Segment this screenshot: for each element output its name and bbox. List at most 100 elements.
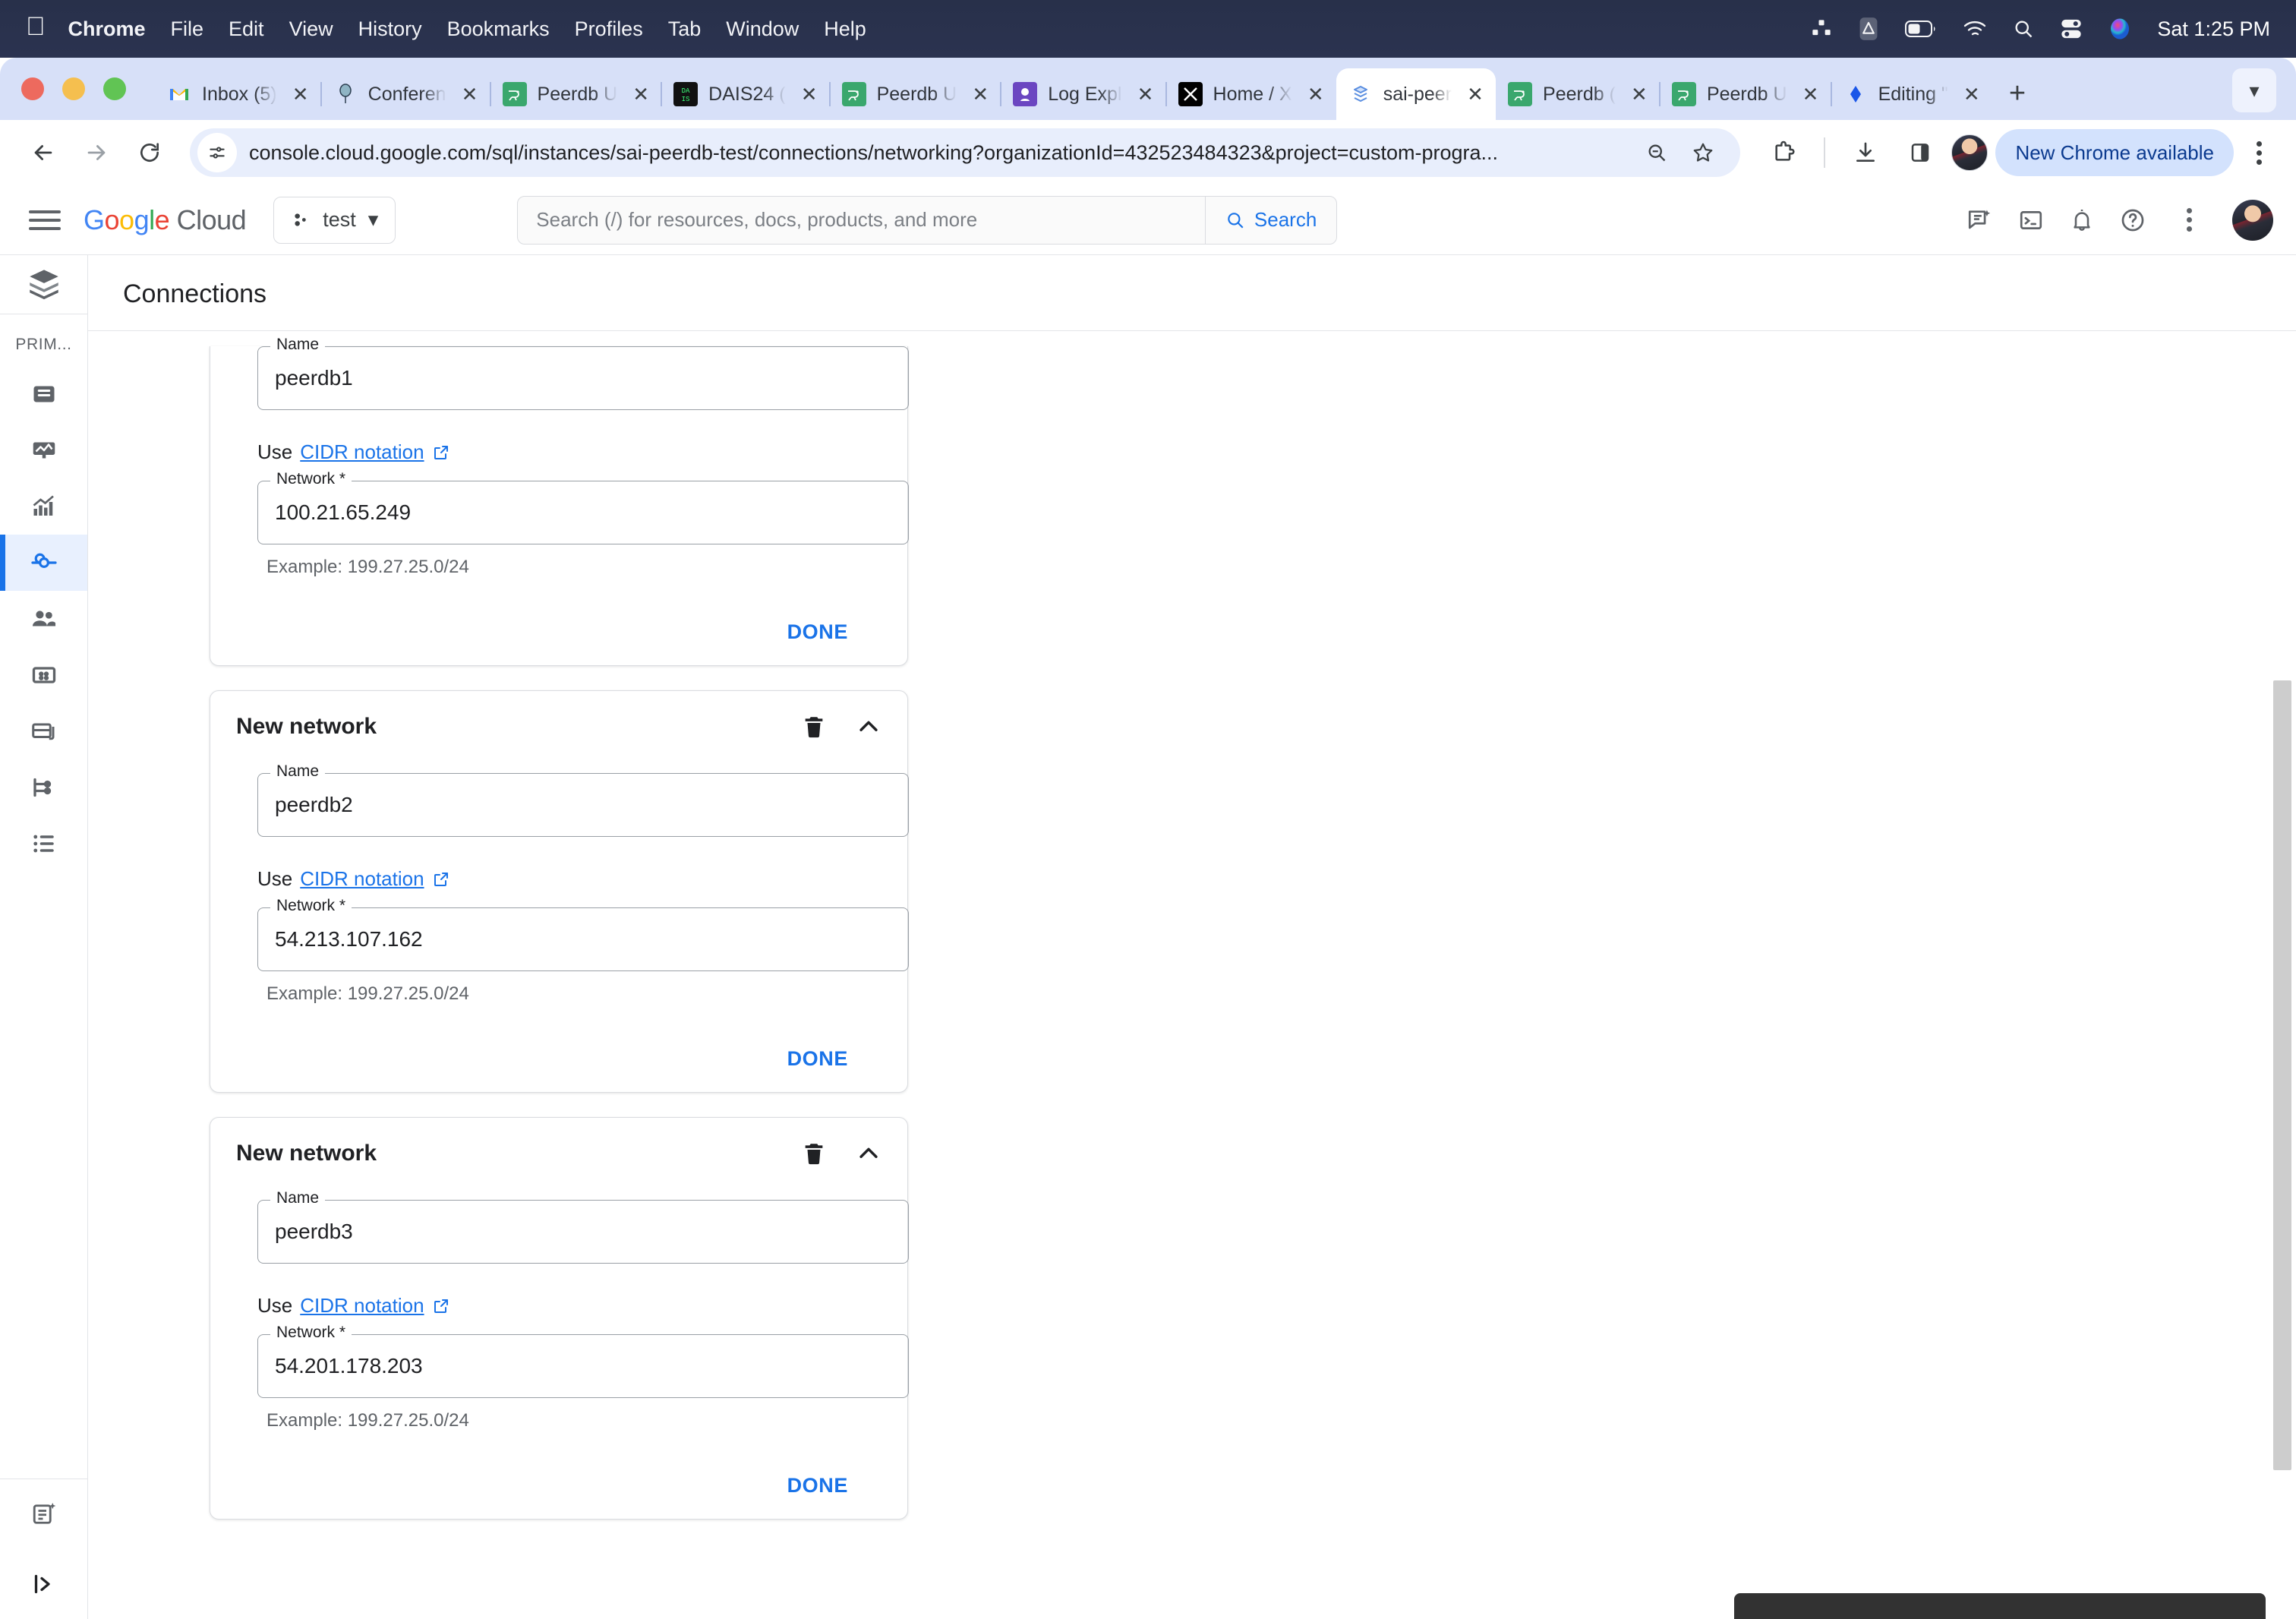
done-button[interactable]: DONE bbox=[787, 1047, 848, 1071]
tab-close-icon[interactable]: ✕ bbox=[1133, 83, 1159, 106]
zoom-button[interactable] bbox=[103, 77, 126, 100]
download-icon[interactable] bbox=[1842, 129, 1889, 176]
menu-item-window[interactable]: Window bbox=[726, 17, 799, 41]
project-picker[interactable]: test ▾ bbox=[273, 197, 396, 244]
back-arrow-icon[interactable] bbox=[20, 129, 67, 176]
tab-peerdb-1[interactable]: Peerdb U ✕ bbox=[490, 68, 662, 120]
url-text[interactable]: console.cloud.google.com/sql/instances/s… bbox=[249, 141, 1634, 165]
tab-peerdb-4[interactable]: Peerdb U ✕ bbox=[1660, 68, 1831, 120]
menu-item-view[interactable]: View bbox=[289, 17, 333, 41]
sidebar-item-metrics[interactable] bbox=[0, 478, 87, 535]
new-tab-button[interactable]: + bbox=[1992, 79, 2042, 120]
menu-item-tab[interactable]: Tab bbox=[668, 17, 702, 41]
cidr-notation-link[interactable]: CIDR notation bbox=[300, 1294, 424, 1318]
kebab-menu-icon[interactable] bbox=[2171, 208, 2206, 232]
chevron-down-icon[interactable]: ▾ bbox=[2232, 68, 2276, 112]
tab-close-icon[interactable]: ✕ bbox=[1626, 83, 1652, 106]
cloud-sql-icon[interactable] bbox=[0, 255, 87, 314]
tab-close-icon[interactable]: ✕ bbox=[967, 83, 993, 106]
notifications-bell-icon[interactable] bbox=[2070, 208, 2094, 232]
google-cloud-logo[interactable]: Google Cloud bbox=[84, 204, 246, 236]
sidebar-item-monitoring[interactable] bbox=[0, 422, 87, 478]
search-input[interactable]: Search (/) for resources, docs, products… bbox=[518, 208, 1205, 232]
done-button[interactable]: DONE bbox=[787, 1474, 848, 1497]
menu-item-file[interactable]: File bbox=[171, 17, 204, 41]
name-field[interactable]: Name peerdb1 bbox=[257, 346, 909, 410]
extensions-puzzle-icon[interactable] bbox=[1760, 129, 1807, 176]
address-bar[interactable]: console.cloud.google.com/sql/instances/s… bbox=[190, 128, 1740, 177]
tab-inbox[interactable]: Inbox (5) ✕ bbox=[155, 68, 321, 120]
menu-item-edit[interactable]: Edit bbox=[229, 17, 264, 41]
zoom-out-icon[interactable] bbox=[1646, 142, 1679, 163]
external-link-icon[interactable] bbox=[432, 1297, 450, 1315]
tab-conference[interactable]: Conferen ✕ bbox=[321, 68, 490, 120]
tab-close-icon[interactable]: ✕ bbox=[457, 83, 483, 106]
control-center-icon[interactable] bbox=[2060, 18, 2083, 39]
chevron-up-icon[interactable] bbox=[856, 714, 882, 740]
sidebar-item-expand-panel[interactable] bbox=[0, 1549, 87, 1619]
chevron-up-icon[interactable] bbox=[856, 1141, 882, 1166]
clock[interactable]: Sat 1:25 PM bbox=[2157, 17, 2270, 41]
profile-avatar[interactable] bbox=[1951, 134, 1988, 171]
console-search-bar[interactable]: Search (/) for resources, docs, products… bbox=[517, 196, 1337, 245]
reload-icon[interactable] bbox=[126, 129, 173, 176]
gemini-chat-icon[interactable] bbox=[1966, 207, 1992, 233]
tab-close-icon[interactable]: ✕ bbox=[1959, 83, 1985, 106]
vertical-scrollbar[interactable] bbox=[2273, 680, 2291, 1470]
tab-close-icon[interactable]: ✕ bbox=[1462, 83, 1488, 106]
network-field[interactable]: Network * 54.201.178.203 bbox=[257, 1334, 909, 1398]
menu-item-bookmarks[interactable]: Bookmarks bbox=[447, 17, 550, 41]
new-chrome-available-button[interactable]: New Chrome available bbox=[1995, 129, 2234, 176]
tab-close-icon[interactable]: ✕ bbox=[796, 83, 822, 106]
star-icon[interactable] bbox=[1692, 141, 1725, 164]
done-button[interactable]: DONE bbox=[787, 620, 848, 644]
tab-close-icon[interactable]: ✕ bbox=[288, 83, 314, 106]
tab-sai-peerdb-test[interactable]: sai-peer ✕ bbox=[1336, 68, 1496, 120]
sidebar-item-databases[interactable] bbox=[0, 647, 87, 703]
battery-icon[interactable] bbox=[1905, 21, 1937, 37]
cidr-notation-link[interactable]: CIDR notation bbox=[300, 867, 424, 891]
siri-icon[interactable] bbox=[2108, 17, 2131, 40]
search-icon[interactable] bbox=[2013, 18, 2034, 39]
forward-arrow-icon[interactable] bbox=[73, 129, 120, 176]
trash-icon[interactable] bbox=[801, 1141, 827, 1166]
trash-icon[interactable] bbox=[801, 714, 827, 740]
networks-scroll-area[interactable]: Name peerdb1 Use CIDR notation Network *… bbox=[88, 330, 2296, 1619]
tab-close-icon[interactable]: ✕ bbox=[1303, 83, 1329, 106]
site-settings-icon[interactable] bbox=[197, 133, 237, 172]
tab-editing[interactable]: Editing " ✕ bbox=[1831, 68, 1992, 120]
cidr-notation-link[interactable]: CIDR notation bbox=[300, 440, 424, 464]
sidebar-item-release-notes[interactable] bbox=[0, 1479, 87, 1549]
tab-log-explorer[interactable]: Log Expl ✕ bbox=[1001, 68, 1165, 120]
external-link-icon[interactable] bbox=[432, 870, 450, 888]
cloud-shell-icon[interactable] bbox=[2018, 207, 2044, 233]
user-avatar[interactable] bbox=[2232, 200, 2273, 241]
sidebar-item-connections[interactable] bbox=[0, 535, 87, 591]
tab-close-icon[interactable]: ✕ bbox=[628, 83, 654, 106]
tab-peerdb-2[interactable]: Peerdb U ✕ bbox=[830, 68, 1001, 120]
sidebar-item-backups[interactable] bbox=[0, 703, 87, 759]
close-button[interactable] bbox=[21, 77, 44, 100]
sidebar-item-operations[interactable] bbox=[0, 816, 87, 872]
minimize-button[interactable] bbox=[62, 77, 85, 100]
name-field[interactable]: Name peerdb2 bbox=[257, 773, 909, 837]
grid-icon[interactable] bbox=[1811, 18, 1832, 39]
wifi-icon[interactable] bbox=[1963, 20, 1987, 38]
menu-item-chrome[interactable]: Chrome bbox=[68, 17, 146, 41]
search-button[interactable]: Search bbox=[1205, 197, 1336, 244]
apple-icon[interactable]:  bbox=[26, 14, 46, 39]
network-field[interactable]: Network * 100.21.65.249 bbox=[257, 481, 909, 544]
name-field[interactable]: Name peerdb3 bbox=[257, 1200, 909, 1264]
network-field[interactable]: Network * 54.213.107.162 bbox=[257, 907, 909, 971]
menu-item-help[interactable]: Help bbox=[824, 17, 866, 41]
help-question-icon[interactable] bbox=[2120, 207, 2146, 233]
tab-close-icon[interactable]: ✕ bbox=[1798, 83, 1824, 106]
sidebar-item-replicas[interactable] bbox=[0, 759, 87, 816]
app-icon[interactable] bbox=[1858, 17, 1879, 41]
menu-item-profiles[interactable]: Profiles bbox=[575, 17, 643, 41]
hamburger-menu-icon[interactable] bbox=[23, 198, 67, 242]
kebab-menu-icon[interactable] bbox=[2241, 141, 2276, 165]
tab-x-home[interactable]: Home / X ✕ bbox=[1166, 68, 1336, 120]
sidebar-item-users[interactable] bbox=[0, 591, 87, 647]
sidebar-item-overview[interactable] bbox=[0, 366, 87, 422]
